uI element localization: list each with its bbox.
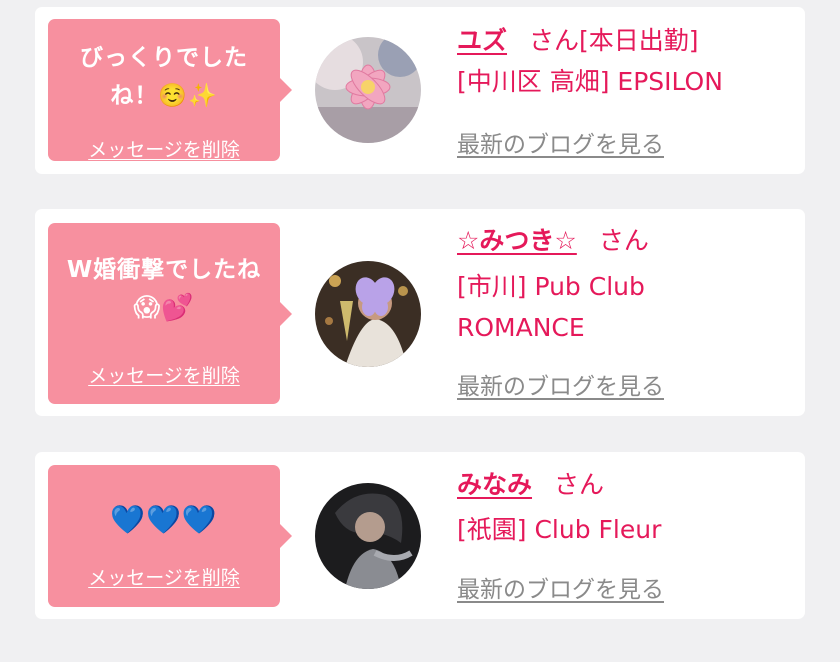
message-bubble: 💙💙💙 メッセージを削除 [48, 465, 292, 607]
avatar[interactable] [315, 483, 421, 589]
name-line: ☆みつき☆ さん [457, 221, 795, 261]
message-bubble: W婚衝撃でしたね 😱💕 メッセージを削除 [48, 223, 292, 404]
delete-message-link[interactable]: メッセージを削除 [48, 563, 280, 590]
message-text: 💙💙💙 [110, 503, 218, 536]
latest-blog-link[interactable]: 最新のブログを見る [457, 367, 664, 401]
latest-blog-link[interactable]: 最新のブログを見る [457, 125, 664, 159]
shop-name: ROMANCE [457, 313, 585, 342]
message-text: びっくりでした ね！☺️✨ [48, 39, 280, 115]
cast-info: ユズ さん[本日出勤] [中川区 高畑] EPSILON [457, 21, 795, 102]
message-line: W婚衝撃でしたね [66, 257, 262, 283]
cast-name-link[interactable]: ☆みつき☆ [457, 226, 577, 255]
honorific: さん [554, 470, 605, 499]
honorific: さん[本日出勤] [529, 26, 699, 55]
name-line: ユズ さん[本日出勤] [457, 21, 795, 61]
message-line: 😱💕 [133, 293, 195, 323]
favorite-card: 💙💙💙 メッセージを削除 みなみ さん [祇園] Club Fleur 最新のブロ… [35, 452, 805, 619]
message-text: W婚衝撃でしたね 😱💕 [48, 251, 280, 327]
message-line: ね！☺️✨ [110, 83, 218, 109]
avatar-photo [315, 483, 421, 589]
cast-name-link[interactable]: みなみ [457, 470, 532, 499]
cast-name-link[interactable]: ユズ [457, 26, 507, 55]
avatar[interactable] [315, 37, 421, 143]
delete-message-link[interactable]: メッセージを削除 [48, 135, 280, 162]
message-bubble: びっくりでした ね！☺️✨ メッセージを削除 [48, 19, 292, 162]
avatar-photo [315, 37, 421, 143]
favorite-card: びっくりでした ね！☺️✨ メッセージを削除 ユズ さん[本日出勤] [中川区 高… [35, 7, 805, 174]
message-line: びっくりでした [80, 45, 248, 71]
honorific: さん [598, 226, 649, 255]
shop-name: [市川] Pub Club [457, 272, 645, 301]
honorific-text: さん [529, 26, 580, 55]
name-line: みなみ さん [457, 465, 795, 505]
cast-info: ☆みつき☆ さん [市川] Pub Club ROMANCE [457, 221, 795, 348]
latest-blog-link[interactable]: 最新のブログを見る [457, 570, 664, 604]
avatar[interactable] [315, 261, 421, 367]
avatar-photo [315, 261, 421, 367]
shop-name: [祇園] Club Fleur [457, 515, 662, 544]
work-status: [本日出勤] [579, 26, 699, 55]
delete-message-link[interactable]: メッセージを削除 [48, 361, 280, 388]
shop-name: [中川区 高畑] EPSILON [457, 67, 723, 96]
cast-info: みなみ さん [祇園] Club Fleur [457, 465, 795, 550]
favorite-card: W婚衝撃でしたね 😱💕 メッセージを削除 ☆みつき☆ さん [市川] Pub Cl… [35, 209, 805, 416]
